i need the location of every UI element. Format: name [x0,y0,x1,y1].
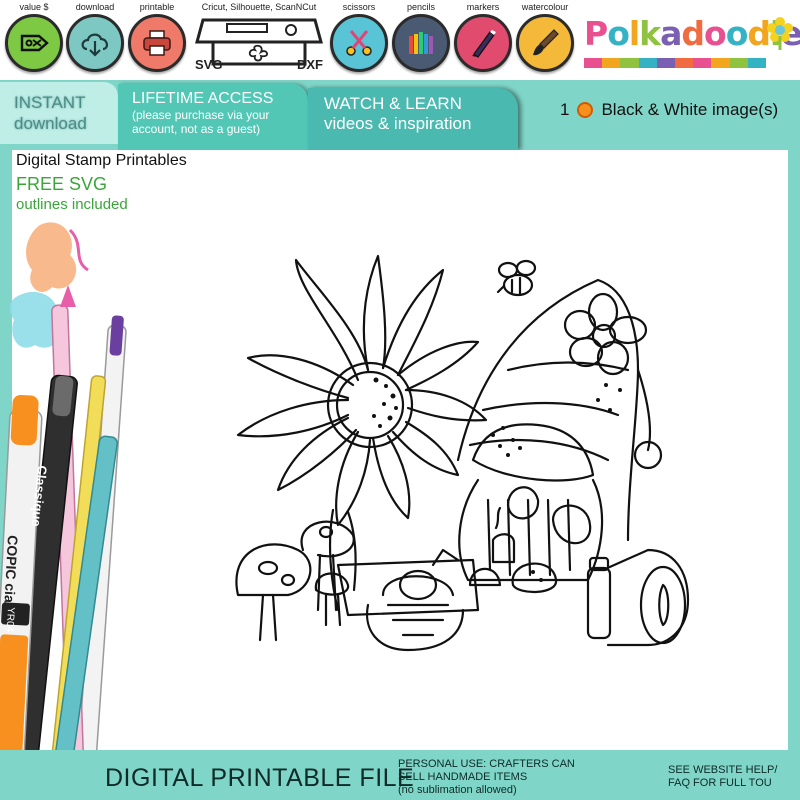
cloud-download-icon [66,14,124,72]
personal-use-notice: PERSONAL USE: CRAFTERS CAN SELL HANDMADE… [398,758,575,797]
value-button[interactable]: value $ [2,0,66,72]
machine-label: Cricut, Silhouette, ScanNCut [201,2,317,12]
cutting-machine-button[interactable]: Cricut, Silhouette, ScanNCut SVG DXF [190,0,328,76]
gnome-sunflower-illustration [235,254,690,652]
tab-instant-download[interactable]: INSTANT download [0,82,118,144]
watercolour-button[interactable]: watercolour [513,0,577,72]
dxf-format-label: DXF [297,57,323,72]
personal-use-line2: SELL HANDMADE ITEMS [398,771,528,783]
image-count-label: Black & White image(s) [601,100,779,119]
paintbrush-icon [516,14,574,72]
pencils-icon [392,14,450,72]
marker-icon [454,14,512,72]
free-svg-label: FREE SVG [16,174,108,194]
outlines-label: outlines included [16,196,128,213]
log-and-basket [336,548,690,652]
printable-label: printable [139,2,175,12]
help-faq-link[interactable]: SEE WEBSITE HELP/ FAQ FOR FULL TOU [668,764,777,790]
instant-line1: INSTANT [14,93,86,112]
watercolour-label: watercolour [521,2,569,12]
scissors-tag-icon [5,14,63,72]
marker-code-text: YR04 [4,607,16,633]
scissors-label: scissors [342,2,376,12]
lifetime-sub2: account, not as a guest) [132,122,261,136]
download-button[interactable]: download [63,0,127,72]
scissors-icon [330,14,388,72]
orange-dot-icon [577,102,594,118]
printer-icon [128,14,186,72]
polkadoodles-logo[interactable]: Polkadoodles [584,14,800,70]
markers-button[interactable]: markers [451,0,515,72]
footer-banner: DIGITAL PRINTABLE FILE PERSONAL USE: CRA… [0,750,800,800]
help-line1: SEE WEBSITE HELP/ [668,764,778,776]
pencils-label: pencils [406,2,435,12]
pencils-button[interactable]: pencils [389,0,453,72]
card-title: Digital Stamp Printables [16,152,187,169]
help-line2: FAQ FOR FULL TOU [668,777,772,789]
value-label: value $ [19,2,49,12]
cutting-machine-icon: SVG DXF [193,14,325,76]
flower-icon [767,17,793,50]
watch-line2: videos & inspiration [324,114,472,133]
copic-markers-illustration: COPIC ciao Classique YR04 [0,222,127,800]
download-label: download [75,2,115,12]
sunflower [236,254,488,612]
top-icon-bar: value $ download printable Cricut, Silho… [0,0,800,80]
digital-printable-label: DIGITAL PRINTABLE FILE [105,764,415,792]
mushrooms [235,520,355,642]
instant-line2: download [14,114,87,133]
lifetime-sub1: (please purchase via your [132,108,270,122]
logo-stripes [584,58,767,68]
printable-button[interactable]: printable [125,0,189,72]
watch-line1: WATCH & LEARN [324,94,462,113]
markers-label: markers [466,2,500,12]
image-count-number: 1 [560,100,570,119]
svg-format-label: SVG [195,57,223,72]
personal-use-line3: (no sublimation allowed) [398,784,517,796]
image-count: 1 Black & White image(s) [560,100,778,120]
scissors-button[interactable]: scissors [327,0,391,72]
personal-use-line1: PERSONAL USE: CRAFTERS CAN [398,758,575,770]
tab-watch-learn[interactable]: WATCH & LEARN videos & inspiration [308,88,518,150]
bee [496,259,537,297]
lifetime-title: LIFETIME ACCESS [132,90,274,107]
tab-lifetime-access[interactable]: LIFETIME ACCESS (please purchase via you… [118,84,308,150]
